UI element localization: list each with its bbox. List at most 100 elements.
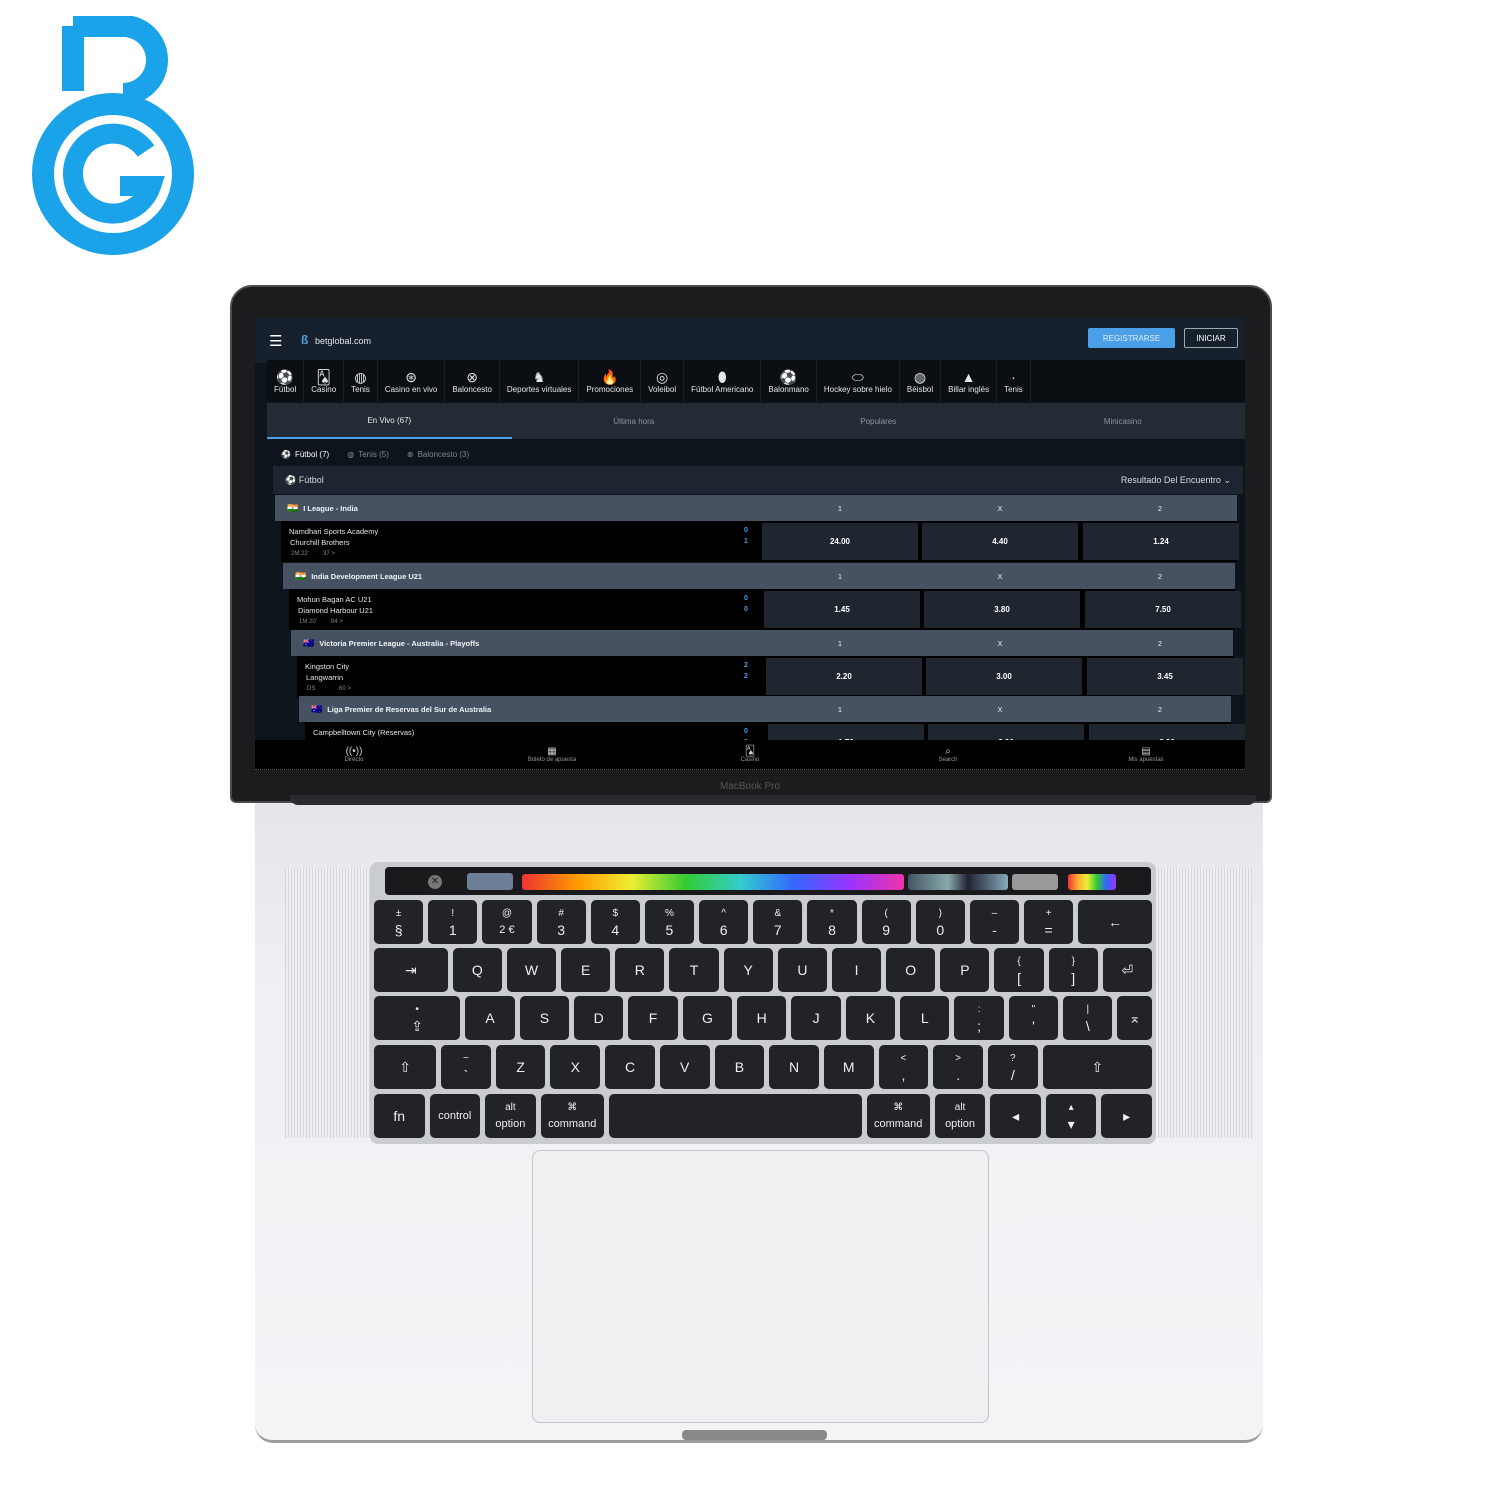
key-a[interactable]: A: [465, 996, 515, 1040]
key-z[interactable]: Z: [495, 1045, 546, 1089]
key-'[interactable]: " ': [1008, 996, 1059, 1040]
key-=[interactable]: + =: [1024, 900, 1074, 944]
key-,[interactable]: <,: [878, 1045, 929, 1089]
bottom-nav-boleto-de-apuesta[interactable]: ▦ Boleto de apuesta: [453, 740, 651, 769]
more-markets-link[interactable]: 37 >: [323, 551, 335, 557]
more-markets-link[interactable]: 84 >: [331, 619, 343, 625]
key-0[interactable]: ) 0: [915, 900, 965, 944]
touchbar-hue-slider[interactable]: [522, 874, 904, 890]
key-u[interactable]: U: [777, 948, 827, 992]
filter-chip[interactable]: ⊗ Baloncesto (3): [407, 450, 469, 459]
key-7[interactable]: & 7: [753, 900, 803, 944]
odds-button-1[interactable]: 1.45: [764, 591, 920, 628]
key-⇪[interactable]: • ⇪: [374, 996, 461, 1040]
key-l[interactable]: L: [900, 996, 950, 1040]
key-o[interactable]: O: [886, 948, 936, 992]
key-option[interactable]: alt option: [934, 1094, 986, 1138]
category-fútbol-americano[interactable]: ⬮ Fútbol Americano: [684, 360, 762, 402]
key-⇥[interactable]: ⇥: [374, 948, 448, 992]
odds-button-x[interactable]: 3.00: [926, 658, 1082, 695]
odds-button-x[interactable]: 3.80: [924, 591, 1080, 628]
tab-3[interactable]: Minicasino: [1001, 403, 1246, 439]
key-fn[interactable]: fn: [374, 1094, 425, 1138]
key-\[interactable]: | \: [1063, 996, 1113, 1040]
category-béisbol[interactable]: ◍ Béisbol: [900, 360, 942, 402]
odds-button-2[interactable]: 1.24: [1083, 523, 1239, 560]
category-hockey-sobre-hielo[interactable]: ⬭ Hockey sobre hielo: [817, 360, 900, 402]
key-⏎[interactable]: ⏎: [1102, 948, 1152, 992]
key-command[interactable]: ⌘ command: [866, 1094, 930, 1138]
category-voleibol[interactable]: ◎ Voleibol: [641, 360, 685, 402]
bottom-nav-casino[interactable]: 🂡 Casino: [651, 740, 849, 769]
key-option[interactable]: alt option: [485, 1094, 536, 1138]
key-8[interactable]: * 8: [807, 900, 857, 944]
bottom-nav-mis-apuestas[interactable]: ▤ Mis apuestas: [1047, 740, 1245, 769]
key-g[interactable]: G: [682, 996, 733, 1040]
match-row[interactable]: Mohun Bagan AC U21 Diamond Harbour U21 1M …: [289, 589, 1241, 630]
category-deportes-virtuales[interactable]: ♞ Deportes virtuales: [500, 360, 580, 402]
key-⇧[interactable]: ⇧: [1042, 1045, 1152, 1089]
key-w[interactable]: W: [506, 948, 557, 992]
touchbar-opacity-slider[interactable]: [1012, 874, 1058, 890]
key-3[interactable]: #3: [536, 900, 586, 944]
key-6[interactable]: ^ 6: [699, 900, 749, 944]
site-logo-text[interactable]: betglobal.com: [315, 336, 371, 346]
key-.[interactable]: >.: [933, 1045, 983, 1089]
key-y[interactable]: Y: [723, 948, 773, 992]
category-tenis[interactable]: ◍ Tenis: [344, 360, 378, 402]
key-;[interactable]: :;: [954, 996, 1004, 1040]
tab-1[interactable]: Última hora: [512, 403, 757, 439]
key--[interactable]: – -: [969, 900, 1020, 944]
key-§[interactable]: ± §: [374, 900, 424, 944]
key-f[interactable]: F: [628, 996, 678, 1040]
key-v[interactable]: V: [659, 1045, 710, 1089]
category-promociones[interactable]: 🔥 Promociones: [579, 360, 642, 402]
key-`[interactable]: ~ `: [441, 1045, 491, 1089]
filter-chip[interactable]: ◍ Tenis (5): [347, 450, 389, 459]
touchbar-close-icon[interactable]: ✕: [428, 875, 442, 889]
key-c[interactable]: C: [605, 1045, 655, 1089]
key-t[interactable]: T: [669, 948, 719, 992]
key-m[interactable]: M: [823, 1045, 874, 1089]
odds-button-2[interactable]: 7.50: [1085, 591, 1241, 628]
login-button[interactable]: INICIAR: [1184, 328, 1238, 348]
category-balonmano[interactable]: ⚽ Balonmano: [761, 360, 817, 402]
category-casino[interactable]: 🂡 Casino: [304, 360, 345, 402]
key-space[interactable]: [608, 1094, 862, 1138]
key-command[interactable]: ⌘ command: [540, 1094, 604, 1138]
key-k[interactable]: K: [845, 996, 896, 1040]
key-d[interactable]: D: [574, 996, 624, 1040]
site-logo-icon[interactable]: ß: [301, 333, 308, 347]
key-◂[interactable]: ◂: [990, 1094, 1041, 1138]
key-p[interactable]: P: [940, 948, 990, 992]
bottom-nav-search[interactable]: ⌕ Search: [849, 740, 1047, 769]
key-n[interactable]: N: [769, 1045, 819, 1089]
key-s[interactable]: S: [519, 996, 570, 1040]
odds-button-1[interactable]: 2.20: [766, 658, 922, 695]
key-j[interactable]: J: [791, 996, 841, 1040]
key-▸[interactable]: ▸: [1101, 1094, 1152, 1138]
key-q[interactable]: Q: [452, 948, 502, 992]
odds-button-1[interactable]: 24.00: [762, 523, 918, 560]
tab-0[interactable]: En Vivo (67): [267, 403, 512, 439]
bottom-nav-directo[interactable]: ((•)) Directo: [255, 740, 453, 769]
odds-button-x[interactable]: 4.40: [922, 523, 1078, 560]
key-⌅[interactable]: ⌅: [1117, 996, 1153, 1040]
tab-2[interactable]: Populares: [756, 403, 1001, 439]
odds-button-2[interactable]: 3.45: [1087, 658, 1243, 695]
category-casino-en-vivo[interactable]: ⊛ Casino en vivo: [378, 360, 446, 402]
key-control[interactable]: control: [429, 1094, 481, 1138]
match-row[interactable]: Namdhari Sports Academy Churchill Brother…: [281, 521, 1239, 562]
key-4[interactable]: $4: [590, 900, 640, 944]
category-tenis[interactable]: · Tenis: [997, 360, 1031, 402]
touchbar-color-swatch[interactable]: [467, 873, 513, 890]
key-9[interactable]: (9: [861, 900, 911, 944]
category-fútbol[interactable]: ⚽ Fútbol: [267, 360, 305, 402]
league-header[interactable]: 🇮🇳 I League - India 1 X 2: [275, 495, 1237, 521]
touchbar-palette[interactable]: [1068, 874, 1116, 890]
category-baloncesto[interactable]: ⊗ Baloncesto: [445, 360, 500, 402]
key-r[interactable]: R: [615, 948, 665, 992]
league-header[interactable]: 🇦🇺 Liga Premier de Reservas del Sur de Au…: [299, 696, 1231, 722]
league-header[interactable]: 🇮🇳 India Development League U21 1 X 2: [283, 563, 1235, 589]
filter-chip[interactable]: ⚽ Fútbol (7): [281, 450, 329, 459]
